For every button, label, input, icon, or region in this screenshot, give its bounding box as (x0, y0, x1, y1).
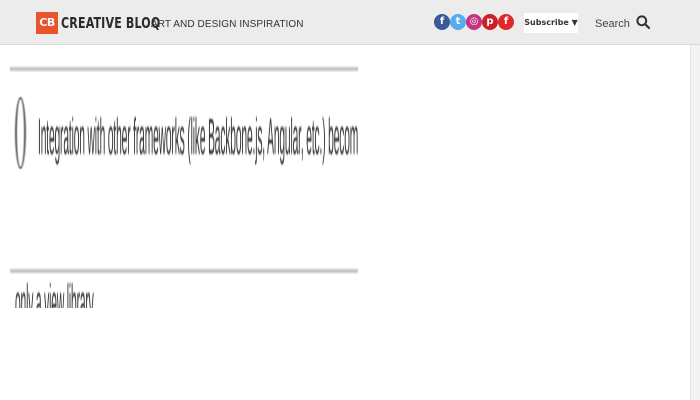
flipboard-icon[interactable]: f (498, 14, 514, 30)
search-button[interactable]: Search (595, 14, 650, 33)
site-header: CB CREATIVE BLOQ ART AND DESIGN INSPIRAT… (0, 0, 700, 45)
logo-badge: CB (36, 12, 58, 34)
page: CB CREATIVE BLOQ ART AND DESIGN INSPIRAT… (0, 0, 700, 400)
instagram-icon[interactable]: ◎ (466, 14, 482, 30)
image-text-line-2: only a view library (15, 274, 94, 308)
image-text-line-1: Integration with other frameworks (like … (38, 108, 358, 166)
search-icon (636, 14, 650, 33)
subscribe-button[interactable]: Subscribe ▼ (524, 13, 578, 33)
scrollbar-track[interactable] (690, 45, 700, 400)
image-divider-top (10, 66, 358, 72)
search-label: Search (595, 17, 630, 30)
logo-text: CREATIVE BLOQ (61, 14, 161, 32)
facebook-icon[interactable]: f (434, 14, 450, 30)
site-tagline: ART AND DESIGN INSPIRATION (151, 19, 304, 30)
pinterest-icon[interactable]: p (482, 14, 498, 30)
bullet-icon (15, 97, 26, 169)
twitter-icon[interactable]: t (450, 14, 466, 30)
article-image: Integration with other frameworks (like … (10, 46, 358, 308)
social-links: f t ◎ p f (434, 14, 514, 30)
